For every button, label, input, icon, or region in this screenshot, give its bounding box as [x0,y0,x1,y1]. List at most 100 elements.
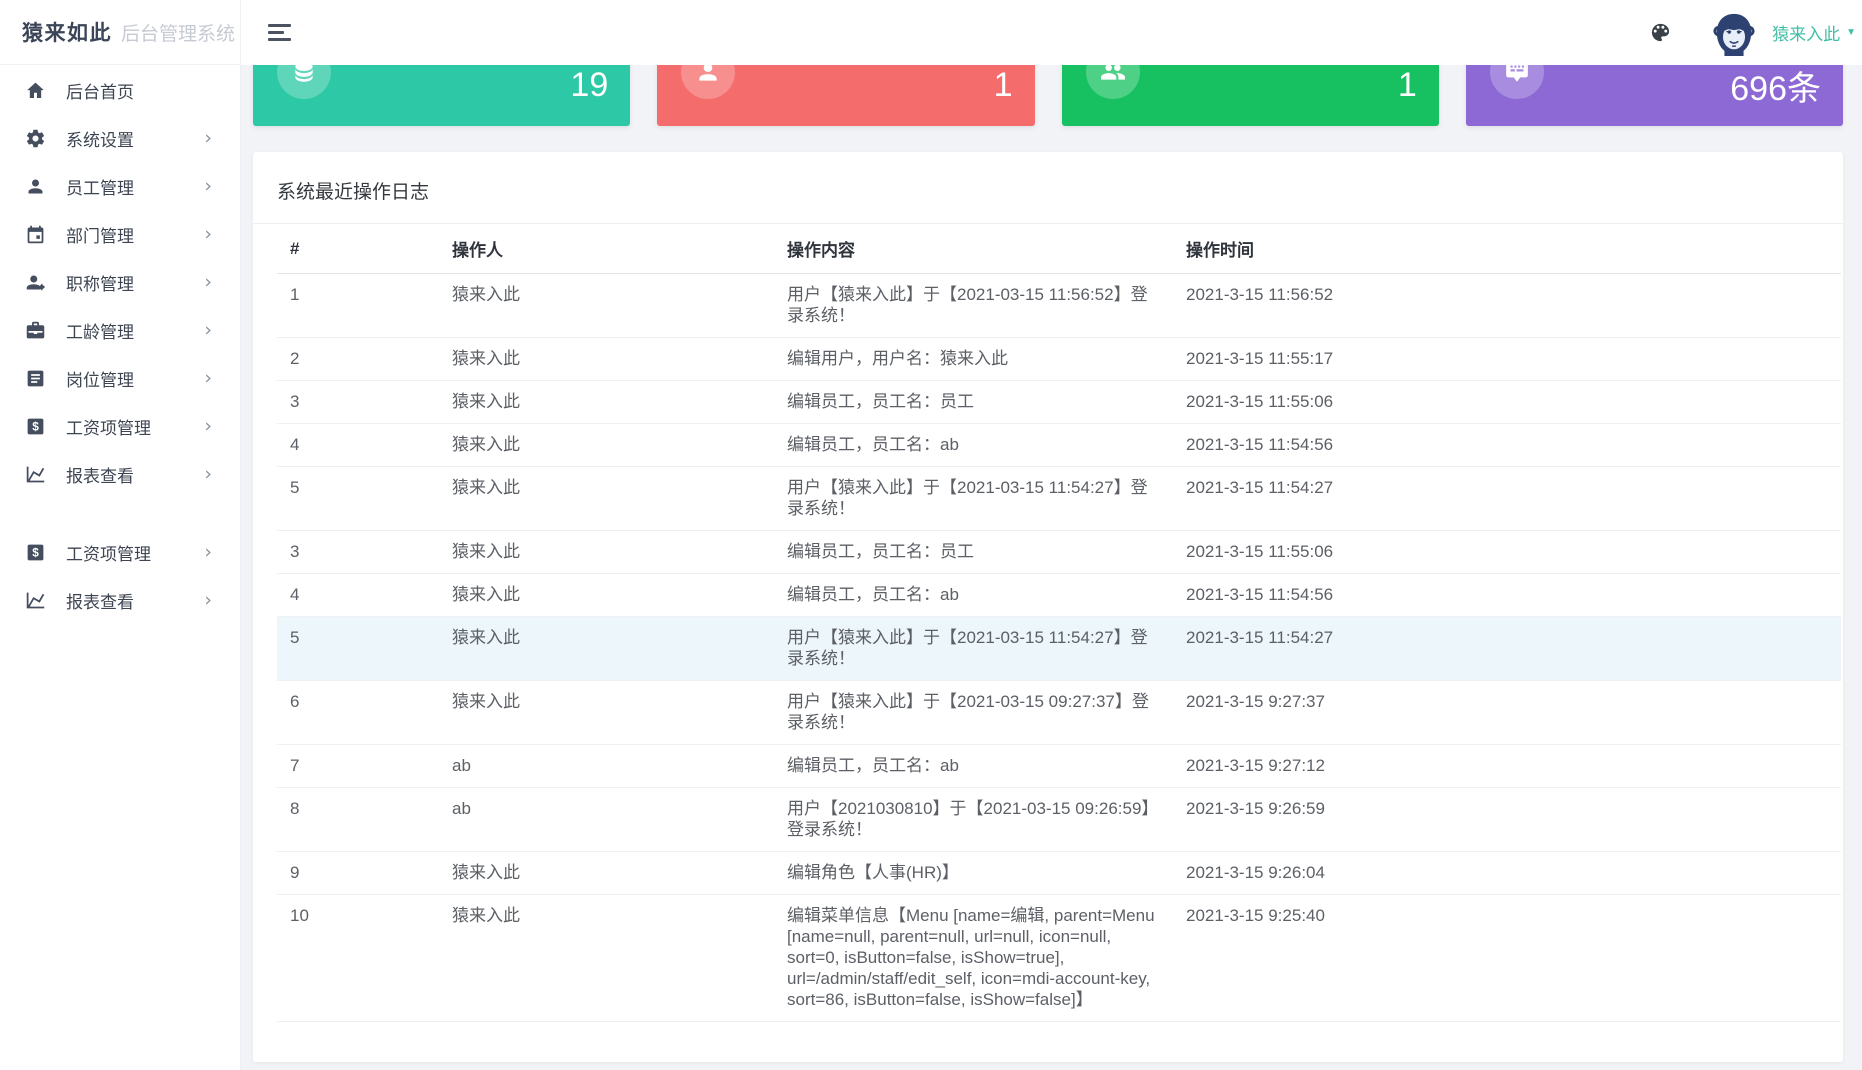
svg-text:$: $ [32,545,39,559]
cell-index: 1 [277,274,439,338]
user-name: 猿来入此 [1772,20,1840,45]
top-header: 猿来入此 ▼ [241,0,1862,65]
sidebar-item-system-settings[interactable]: 系统设置 › [0,114,240,162]
sidebar-item-reports-2[interactable]: 报表查看 › [0,576,240,624]
home-icon [24,79,46,101]
cell-time: 2021-3-15 9:25:40 [1173,895,1841,1022]
palette-icon [1649,21,1672,44]
table-row: 2 猿来入此 编辑用户，用户名：猿来入此 2021-3-15 11:55:17 [277,338,1841,381]
cell-content: 用户【猿来入此】于【2021-03-15 11:56:52】登录系统！ [774,274,1173,338]
chevron-right-icon: › [204,465,212,484]
cell-content: 编辑员工，员工名：ab [774,745,1173,788]
col-header-operator: 操作人 [439,224,774,274]
table-row: 1 猿来入此 用户【猿来入此】于【2021-03-15 11:56:52】登录系… [277,274,1841,338]
cell-operator: 猿来入此 [439,338,774,381]
cell-time: 2021-3-15 9:26:59 [1173,788,1841,852]
cell-content: 编辑菜单信息【Menu [name=编辑, parent=Menu [name=… [774,895,1173,1022]
cell-content: 用户【猿来入此】于【2021-03-15 09:27:37】登录系统！ [774,681,1173,745]
chevron-right-icon: › [204,417,212,436]
sidebar-item-label: 工龄管理 [66,318,204,343]
col-header-index: # [277,224,439,274]
table-row: 10 猿来入此 编辑菜单信息【Menu [name=编辑, parent=Men… [277,895,1841,1022]
cell-operator: 猿来入此 [439,424,774,467]
sidebar-item-seniority[interactable]: 工龄管理 › [0,306,240,354]
cell-index: 4 [277,574,439,617]
stat-card-value: 1 [1324,66,1417,105]
chart-icon [24,589,46,611]
cell-time: 2021-3-15 11:54:56 [1173,574,1841,617]
panel-title: 系统最近操作日志 [253,152,1843,224]
cell-operator: 猿来入此 [439,574,774,617]
sidebar-item-label: 工资项管理 [66,540,204,565]
menu-group-divider [0,498,240,528]
cell-operator: 猿来入此 [439,531,774,574]
cell-time: 2021-3-15 11:54:27 [1173,617,1841,681]
cell-operator: 猿来入此 [439,467,774,531]
cell-time: 2021-3-15 11:56:52 [1173,274,1841,338]
cell-content: 用户【猿来入此】于【2021-03-15 11:54:27】登录系统！ [774,467,1173,531]
document-icon [24,367,46,389]
dollar-icon: $ [24,415,46,437]
sidebar-item-post[interactable]: 岗位管理 › [0,354,240,402]
logo-brand-text: 猿来如此 [22,17,112,47]
app-logo: 猿来如此 后台管理系统 [0,0,240,65]
theme-palette-button[interactable] [1649,21,1673,45]
chart-icon [24,463,46,485]
chevron-right-icon: › [204,177,212,196]
cell-index: 10 [277,895,439,1022]
svg-text:$: $ [32,419,39,433]
cell-content: 编辑员工，员工名：ab [774,424,1173,467]
sidebar-item-label: 职称管理 [66,270,204,295]
sidebar-item-label: 后台首页 [66,78,212,103]
table-header-row: # 操作人 操作内容 操作时间 [277,224,1841,274]
main-content: 备份文件 19 用户总数 1 当前在线用户 1 [241,0,1862,1062]
cell-index: 6 [277,681,439,745]
chevron-right-icon: › [204,369,212,388]
recent-logs-panel: 系统最近操作日志 # 操作人 操作内容 操作时间 1 猿来入此 用户【 [253,152,1843,1062]
table-row: 8 ab 用户【2021030810】于【2021-03-15 09:26:59… [277,788,1841,852]
table-row: 4 猿来入此 编辑员工，员工名：ab 2021-3-15 11:54:56 [277,574,1841,617]
gear-icon [24,127,46,149]
col-header-time: 操作时间 [1173,224,1841,274]
sidebar-item-department[interactable]: 部门管理 › [0,210,240,258]
user-dropdown[interactable]: 猿来入此 ▼ [1772,20,1856,45]
cell-time: 2021-3-15 11:55:17 [1173,338,1841,381]
sidebar-item-salary-items-2[interactable]: $ 工资项管理 › [0,528,240,576]
table-row: 3 猿来入此 编辑员工，员工名：员工 2021-3-15 11:55:06 [277,531,1841,574]
user-icon [24,175,46,197]
table-row: 5 猿来入此 用户【猿来入此】于【2021-03-15 11:54:27】登录系… [277,467,1841,531]
sidebar-item-label: 工资项管理 [66,414,204,439]
sidebar-item-label: 系统设置 [66,126,204,151]
sidebar-item-title-mgmt[interactable]: 职称管理 › [0,258,240,306]
cell-time: 2021-3-15 9:27:12 [1173,745,1841,788]
cell-operator: ab [439,745,774,788]
sidebar-item-label: 岗位管理 [66,366,204,391]
cell-content: 用户【2021030810】于【2021-03-15 09:26:59】登录系统… [774,788,1173,852]
cell-content: 编辑用户，用户名：猿来入此 [774,338,1173,381]
cell-index: 3 [277,531,439,574]
table-row: 9 猿来入此 编辑角色【人事(HR)】 2021-3-15 9:26:04 [277,852,1841,895]
logo-subtitle-text: 后台管理系统 [121,19,235,46]
sidebar-item-label: 员工管理 [66,174,204,199]
sidebar-item-staff[interactable]: 员工管理 › [0,162,240,210]
chevron-right-icon: › [204,273,212,292]
cell-time: 2021-3-15 11:55:06 [1173,531,1841,574]
chevron-right-icon: › [204,321,212,340]
sidebar-item-label: 报表查看 [66,588,204,613]
cell-operator: 猿来入此 [439,381,774,424]
sidebar-toggle-button[interactable] [268,24,292,41]
sidebar-item-reports[interactable]: 报表查看 › [0,450,240,498]
cell-index: 3 [277,381,439,424]
chevron-right-icon: › [204,543,212,562]
sidebar-item-salary-items[interactable]: $ 工资项管理 › [0,402,240,450]
user-avatar[interactable] [1711,10,1757,56]
monkey-avatar-icon [1711,10,1757,56]
cell-time: 2021-3-15 11:54:56 [1173,424,1841,467]
cell-time: 2021-3-15 11:55:06 [1173,381,1841,424]
chevron-right-icon: › [204,225,212,244]
cell-content: 用户【猿来入此】于【2021-03-15 11:54:27】登录系统！ [774,617,1173,681]
cell-operator: 猿来入此 [439,274,774,338]
sidebar-menu: 后台首页 系统设置 › 员工管理 › 部门管理 › 职称管理 › 工龄管理 › [0,65,240,624]
log-table: # 操作人 操作内容 操作时间 1 猿来入此 用户【猿来入此】于【2021-03… [277,224,1841,1022]
sidebar-item-dashboard[interactable]: 后台首页 [0,66,240,114]
